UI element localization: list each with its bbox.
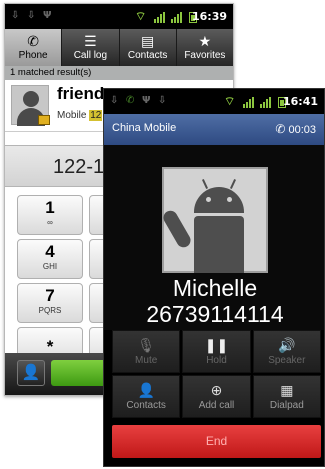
- dialpad-button[interactable]: ▦ Dialpad: [252, 375, 321, 418]
- contacts-button[interactable]: 👤 Contacts: [112, 375, 181, 418]
- tab-label: Contacts: [127, 50, 168, 61]
- tab-favorites[interactable]: ★ Favorites: [177, 29, 233, 66]
- caller-number: 26739114114: [146, 301, 284, 327]
- call-info-bar: China Mobile ✆ 00:03: [104, 114, 324, 145]
- speaker-button[interactable]: 🔊 Speaker: [252, 330, 321, 373]
- person-icon: 👤: [137, 382, 155, 398]
- status-bar: ⇩ ⇩ Ψ ⌔ 16:39: [5, 4, 233, 29]
- avatar: [11, 85, 50, 126]
- key-1[interactable]: 1 ∞: [17, 195, 83, 235]
- tab-phone[interactable]: ✆ Phone: [5, 29, 63, 66]
- signal-icon: [243, 97, 254, 108]
- add-call-icon: ⊕: [210, 382, 223, 398]
- call-timer: ✆ 00:03: [275, 122, 316, 136]
- key-7[interactable]: 7 PQRS: [17, 283, 83, 323]
- in-call-screen: ⇩ ✆ Ψ ⇩ ⌔ 16:41 China Mobile ✆ 00:03 Mich…: [103, 88, 325, 467]
- mic-muted-icon: 🎙: [137, 337, 156, 353]
- status-time: 16:39: [191, 10, 227, 23]
- dialpad-icon: ▦: [280, 382, 294, 398]
- list-icon: ☰: [84, 33, 97, 49]
- end-call-button[interactable]: End: [112, 425, 321, 458]
- contact-type: Mobile 12: [57, 110, 103, 121]
- dialer-tabs: ✆ Phone ☰ Call log ▤ Contacts ★ Favorite…: [5, 29, 233, 66]
- number-match-highlight: 12: [89, 110, 103, 121]
- signal-icon: [154, 12, 165, 23]
- status-time: 16:41: [282, 95, 318, 108]
- add-call-button[interactable]: ⊕ Add call: [182, 375, 251, 418]
- status-bar: ⇩ ✆ Ψ ⇩ ⌔ 16:41: [104, 89, 324, 114]
- tab-label: Phone: [18, 50, 48, 61]
- download-icon: ⇩: [27, 10, 36, 21]
- hold-button[interactable]: ❚❚ Hold: [182, 330, 251, 373]
- pause-icon: ❚❚: [204, 337, 229, 353]
- speaker-icon: 🔊: [278, 337, 296, 353]
- caller-info: Michelle 26739114114: [104, 145, 324, 330]
- download-icon: ⇩: [110, 95, 119, 106]
- tab-contacts[interactable]: ▤ Contacts: [120, 29, 177, 66]
- dialed-number: 122-1: [53, 156, 105, 178]
- wifi-icon: ⌔: [224, 94, 236, 108]
- signal-icon: [260, 97, 271, 108]
- caller-name: Michelle: [172, 275, 258, 301]
- signal-icon: [171, 12, 182, 23]
- phone-active-icon: ✆: [126, 95, 135, 106]
- contact-card-icon: ▤: [141, 33, 155, 49]
- call-controls: 🎙 Mute ❚❚ Hold 🔊 Speaker 👤 Contacts ⊕ Ad…: [112, 330, 321, 418]
- star-icon: ★: [198, 33, 212, 49]
- wifi-icon: ⌔: [135, 9, 147, 23]
- tab-label: Call log: [73, 50, 108, 61]
- caller-photo: [160, 167, 268, 273]
- matched-results: 1 matched result(s): [5, 66, 233, 80]
- usb-icon: Ψ: [43, 10, 52, 21]
- key-4[interactable]: 4 GHI: [17, 239, 83, 279]
- download-icon: ⇩: [158, 95, 167, 106]
- mute-button[interactable]: 🎙 Mute: [112, 330, 181, 373]
- add-contact-button[interactable]: 👤: [17, 360, 45, 386]
- carrier-name: China Mobile: [112, 122, 177, 134]
- voicemail-icon: ∞: [47, 218, 53, 227]
- phone-handset-icon: ✆: [275, 122, 286, 136]
- usb-icon: Ψ: [142, 95, 151, 106]
- tab-label: Favorites: [184, 50, 226, 61]
- sim-card-icon: [38, 115, 50, 125]
- add-person-icon: 👤: [21, 364, 41, 381]
- contact-name: friend: [57, 84, 105, 103]
- download-icon: ⇩: [11, 10, 20, 21]
- android-robot-icon: [194, 179, 244, 213]
- tab-call-log[interactable]: ☰ Call log: [62, 29, 120, 66]
- phone-handset-icon: ✆: [27, 33, 39, 49]
